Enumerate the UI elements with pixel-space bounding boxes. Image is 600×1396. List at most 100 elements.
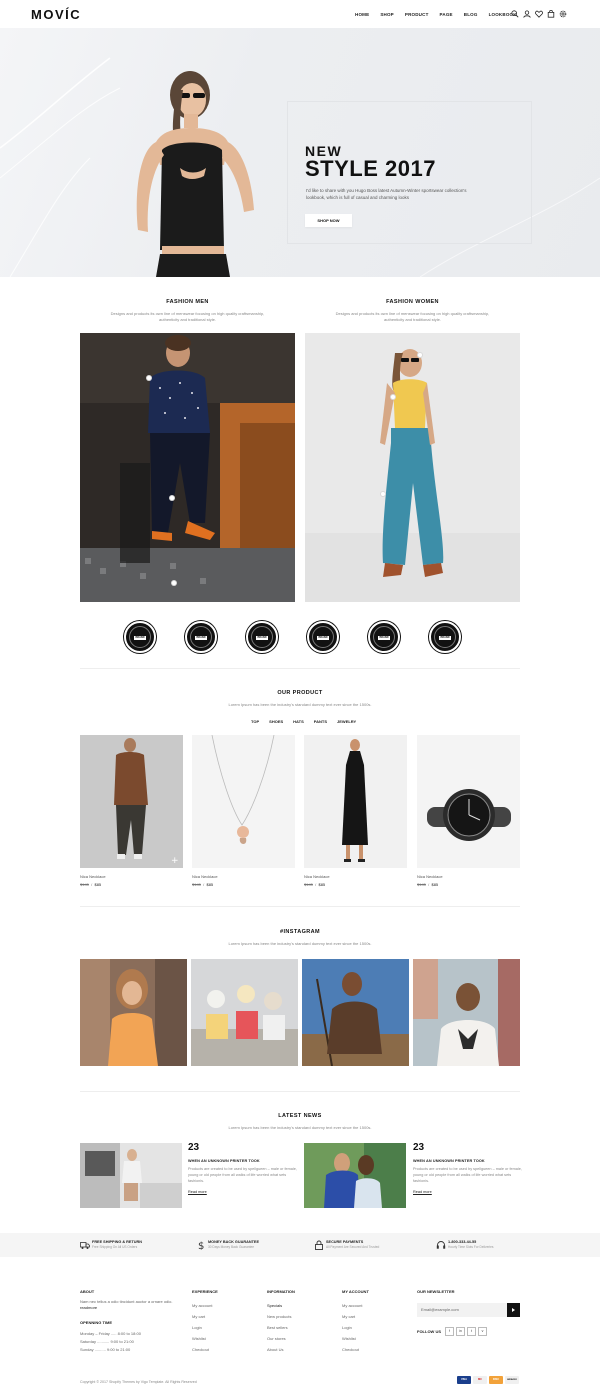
product-price: $145 / $85 (417, 882, 439, 887)
instagram-photo[interactable] (413, 959, 520, 1066)
fashion-women-image[interactable] (305, 333, 520, 602)
tab-shoes[interactable]: SHOES (269, 719, 283, 724)
product-card[interactable]: Nica Necklace $145 / $85 (304, 735, 407, 887)
product-image[interactable] (417, 735, 520, 868)
footer-link[interactable]: Our stores (267, 1336, 286, 1341)
newsletter-email-input[interactable]: Email@example.com (417, 1303, 507, 1317)
fashion-men-title: FASHION MEN (166, 299, 209, 305)
footer-link[interactable]: Wishlist (192, 1336, 206, 1341)
services-bar: FREE SHIPPING & RETURN Free Shipping On … (0, 1233, 600, 1257)
footer-link[interactable]: Login (342, 1325, 352, 1330)
brand-logo[interactable]: BRAND (429, 621, 461, 653)
instagram-photo[interactable] (80, 959, 187, 1066)
footer-link[interactable]: My cart (342, 1314, 355, 1319)
footer-link[interactable]: Checkout (192, 1347, 209, 1352)
hotspot-marker[interactable] (417, 352, 423, 358)
tab-jewelry[interactable]: JEWELRY (337, 719, 356, 724)
brand-label: BRAND (134, 636, 146, 640)
products-title: OUR PRODUCT (277, 690, 323, 696)
tab-hats[interactable]: HATS (293, 719, 304, 724)
shop-now-button[interactable]: SHOP NOW (305, 214, 352, 227)
newsletter-submit-button[interactable] (507, 1303, 520, 1317)
facebook-icon[interactable]: f (445, 1327, 454, 1336)
footer-link[interactable]: Wishlist (342, 1336, 356, 1341)
footer-link[interactable]: About Us (267, 1347, 283, 1352)
fashion-men-image[interactable] (80, 333, 295, 602)
product-name[interactable]: Nica Necklace (417, 874, 520, 879)
brand-label: BRAND (378, 636, 390, 640)
footer-link[interactable]: My account (342, 1303, 362, 1308)
product-image[interactable] (192, 735, 295, 868)
divider (80, 668, 520, 669)
footer-link[interactable]: New products (267, 1314, 291, 1319)
footer-information-title: INFORMATION (267, 1289, 295, 1294)
linkedin-icon[interactable]: in (456, 1327, 465, 1336)
hotspot-marker[interactable] (380, 491, 386, 497)
service-subtitle: Free Shipping On All US Orders (92, 1245, 138, 1249)
tab-pants[interactable]: PANTS (314, 719, 327, 724)
heart-icon[interactable] (535, 10, 543, 18)
instagram-subtitle: Lorem Ipsum has been the industry's stan… (228, 941, 372, 946)
product-tabs: TOP SHOES HATS PANTS JEWELRY (251, 719, 356, 724)
nav-shop[interactable]: SHOP (380, 12, 394, 17)
brand-logos: BRAND BRAND BRAND BRAND BRAND BRAND (124, 621, 461, 653)
hero-description: I'd like to share with you Hugo Boss lat… (306, 188, 467, 200)
footer-hours-line: Monday – Friday ..... 8:00 to 18:00 (80, 1331, 141, 1336)
footer-account-title: MY ACCOUNT (342, 1289, 369, 1294)
fashion-women-title: FASHION WOMEN (386, 299, 439, 305)
brand-logo[interactable]: BRAND (307, 621, 339, 653)
product-name[interactable]: Nica Necklace (80, 874, 183, 879)
news-image[interactable] (304, 1143, 406, 1208)
hotspot-marker[interactable] (169, 495, 175, 501)
brand-logo[interactable]: BRAND (368, 621, 400, 653)
read-more-link[interactable]: Read more (188, 1190, 207, 1194)
user-icon[interactable] (523, 10, 531, 18)
product-image[interactable]: + (80, 735, 183, 868)
footer-link[interactable]: Checkout (342, 1347, 359, 1352)
search-icon[interactable] (511, 10, 519, 18)
product-image[interactable] (304, 735, 407, 868)
instagram-photo[interactable] (191, 959, 298, 1066)
nav-product[interactable]: PRODUCT (405, 12, 429, 17)
footer-about-title: ABOUT (80, 1289, 95, 1294)
brand-logo[interactable]: BRAND (185, 621, 217, 653)
product-card[interactable]: Nica Necklace $145 / $85 (192, 735, 295, 887)
footer-link[interactable]: Login (192, 1325, 202, 1330)
brand-logo[interactable]: BRAND (246, 621, 278, 653)
site-header: MOVÍC HOME SHOP PRODUCT PAGE BLOG LOOKBO… (0, 0, 600, 28)
footer-link[interactable]: My account (192, 1303, 212, 1308)
news-excerpt: Products are created to be used by spell… (413, 1167, 522, 1183)
gear-icon[interactable] (559, 10, 567, 18)
old-price: $145 (80, 882, 89, 887)
nav-page[interactable]: PAGE (440, 12, 453, 17)
footer-link[interactable]: Best sellers (267, 1325, 288, 1330)
news-post-title[interactable]: WHEN AN UNKNOWN PRINTER TOOK (413, 1159, 485, 1163)
instagram-title: #INSTAGRAM (280, 929, 320, 935)
product-card[interactable]: + Nica Necklace $145 / $85 (80, 735, 183, 887)
product-name[interactable]: Nica Necklace (304, 874, 407, 879)
twitter-icon[interactable]: t (467, 1327, 476, 1336)
vimeo-icon[interactable]: v (478, 1327, 487, 1336)
tab-top[interactable]: TOP (251, 719, 259, 724)
product-card[interactable]: Nica Necklace $145 / $85 (417, 735, 520, 887)
hotspot-marker[interactable] (390, 394, 396, 400)
instagram-photo[interactable] (302, 959, 409, 1066)
footer-readmore-link[interactable]: readmore (80, 1305, 97, 1310)
footer-link[interactable]: My cart (192, 1314, 205, 1319)
read-more-link[interactable]: Read more (413, 1190, 432, 1194)
nav-blog[interactable]: BLOG (464, 12, 478, 17)
cart-icon[interactable] (547, 10, 555, 18)
news-post-title[interactable]: WHEN AN UNKNOWN PRINTER TOOK (188, 1159, 260, 1163)
logo[interactable]: MOVÍC (31, 7, 81, 22)
nav-home[interactable]: HOME (355, 12, 369, 17)
hotspot-marker[interactable] (146, 375, 152, 381)
footer-link[interactable]: Specials (267, 1303, 282, 1308)
news-image[interactable] (80, 1143, 182, 1208)
truck-icon (80, 1242, 90, 1249)
hotspot-marker[interactable] (171, 580, 177, 586)
product-name[interactable]: Nica Necklace (192, 874, 295, 879)
brand-logo[interactable]: BRAND (124, 621, 156, 653)
old-price: $145 (417, 882, 426, 887)
news-date: 23 (413, 1142, 425, 1153)
amazon-icon: amazon (505, 1376, 519, 1384)
